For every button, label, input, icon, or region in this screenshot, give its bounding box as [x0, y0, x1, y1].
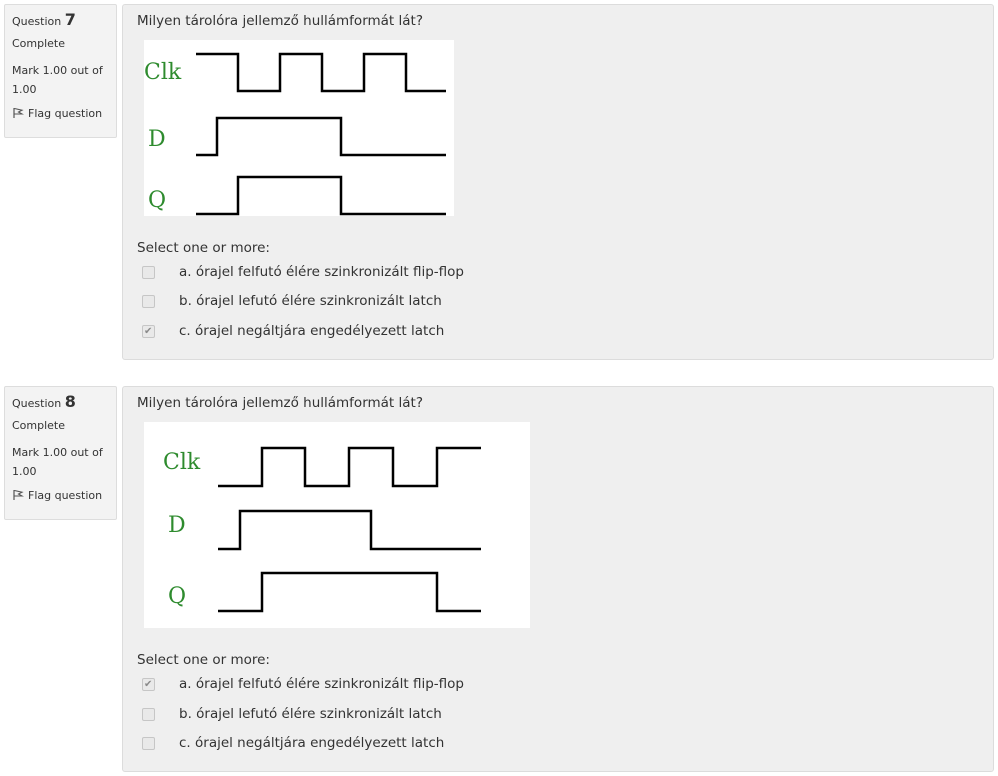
- question-state: Complete: [12, 37, 66, 50]
- flag-question-link[interactable]: Flag question: [12, 106, 110, 122]
- answer-prompt: Select one or more:: [137, 652, 270, 668]
- question-7: Question 7 Complete Mark 1.00 out of 1.0…: [0, 4, 998, 360]
- question-info: Question 8 Complete Mark 1.00 out of 1.0…: [4, 386, 117, 520]
- flag-icon: [12, 489, 25, 501]
- question-text: Milyen tárolóra jellemző hullámformát lá…: [137, 395, 423, 411]
- d-signal-label: D: [148, 127, 166, 152]
- clk-signal-label: Clk: [163, 450, 201, 475]
- waveform-image: Clk D Q: [144, 422, 530, 628]
- flag-question-label: Flag question: [28, 107, 103, 120]
- flag-question-link[interactable]: Flag question: [12, 488, 110, 504]
- option-b-checkbox[interactable]: ✔: [142, 708, 155, 721]
- question-state: Complete: [12, 419, 66, 432]
- option-c-label[interactable]: c. órajel negáltjára engedélyezett latch: [179, 735, 444, 751]
- answer-prompt: Select one or more:: [137, 240, 270, 256]
- question-grade: Mark 1.00 out of 1.00: [12, 64, 103, 96]
- q-waveform: [218, 571, 481, 613]
- d-waveform: [196, 116, 446, 157]
- clk-signal-label: Clk: [144, 60, 182, 85]
- option-b-checkbox[interactable]: ✔: [142, 295, 155, 308]
- q-waveform: [196, 175, 446, 216]
- waveform-image: Clk D Q: [144, 40, 454, 216]
- question-content: Milyen tárolóra jellemző hullámformát lá…: [122, 4, 994, 360]
- checkmark-icon: ✔: [144, 679, 153, 690]
- flag-icon: [12, 107, 25, 119]
- option-a-label[interactable]: a. órajel felfutó élére szinkronizált fl…: [179, 676, 464, 692]
- question-number: 7: [64, 10, 76, 29]
- checkmark-icon: ✔: [144, 326, 153, 337]
- question-grade: Mark 1.00 out of 1.00: [12, 446, 103, 478]
- question-8: Question 8 Complete Mark 1.00 out of 1.0…: [0, 386, 998, 772]
- option-c-checkbox[interactable]: ✔: [142, 737, 155, 750]
- clk-waveform: [196, 52, 446, 93]
- question-content: Milyen tárolóra jellemző hullámformát lá…: [122, 386, 994, 772]
- q-signal-label: Q: [148, 188, 166, 213]
- d-waveform: [218, 509, 481, 551]
- question-number: 8: [64, 392, 76, 411]
- option-c-label[interactable]: c. órajel negáltjára engedélyezett latch: [179, 323, 444, 339]
- clk-waveform: [218, 446, 481, 488]
- question-number-label: Question 7: [12, 10, 76, 29]
- d-signal-label: D: [168, 513, 186, 538]
- option-b-label[interactable]: b. órajel lefutó élére szinkronizált lat…: [179, 706, 442, 722]
- q-signal-label: Q: [168, 584, 186, 609]
- question-number-label: Question 8: [12, 392, 76, 411]
- option-b-label[interactable]: b. órajel lefutó élére szinkronizált lat…: [179, 293, 442, 309]
- option-c-checkbox[interactable]: ✔: [142, 325, 155, 338]
- question-info: Question 7 Complete Mark 1.00 out of 1.0…: [4, 4, 117, 138]
- option-a-label[interactable]: a. órajel felfutó élére szinkronizált fl…: [179, 264, 464, 280]
- option-a-checkbox[interactable]: ✔: [142, 678, 155, 691]
- option-a-checkbox[interactable]: ✔: [142, 266, 155, 279]
- question-text: Milyen tárolóra jellemző hullámformát lá…: [137, 13, 423, 29]
- flag-question-label: Flag question: [28, 489, 103, 502]
